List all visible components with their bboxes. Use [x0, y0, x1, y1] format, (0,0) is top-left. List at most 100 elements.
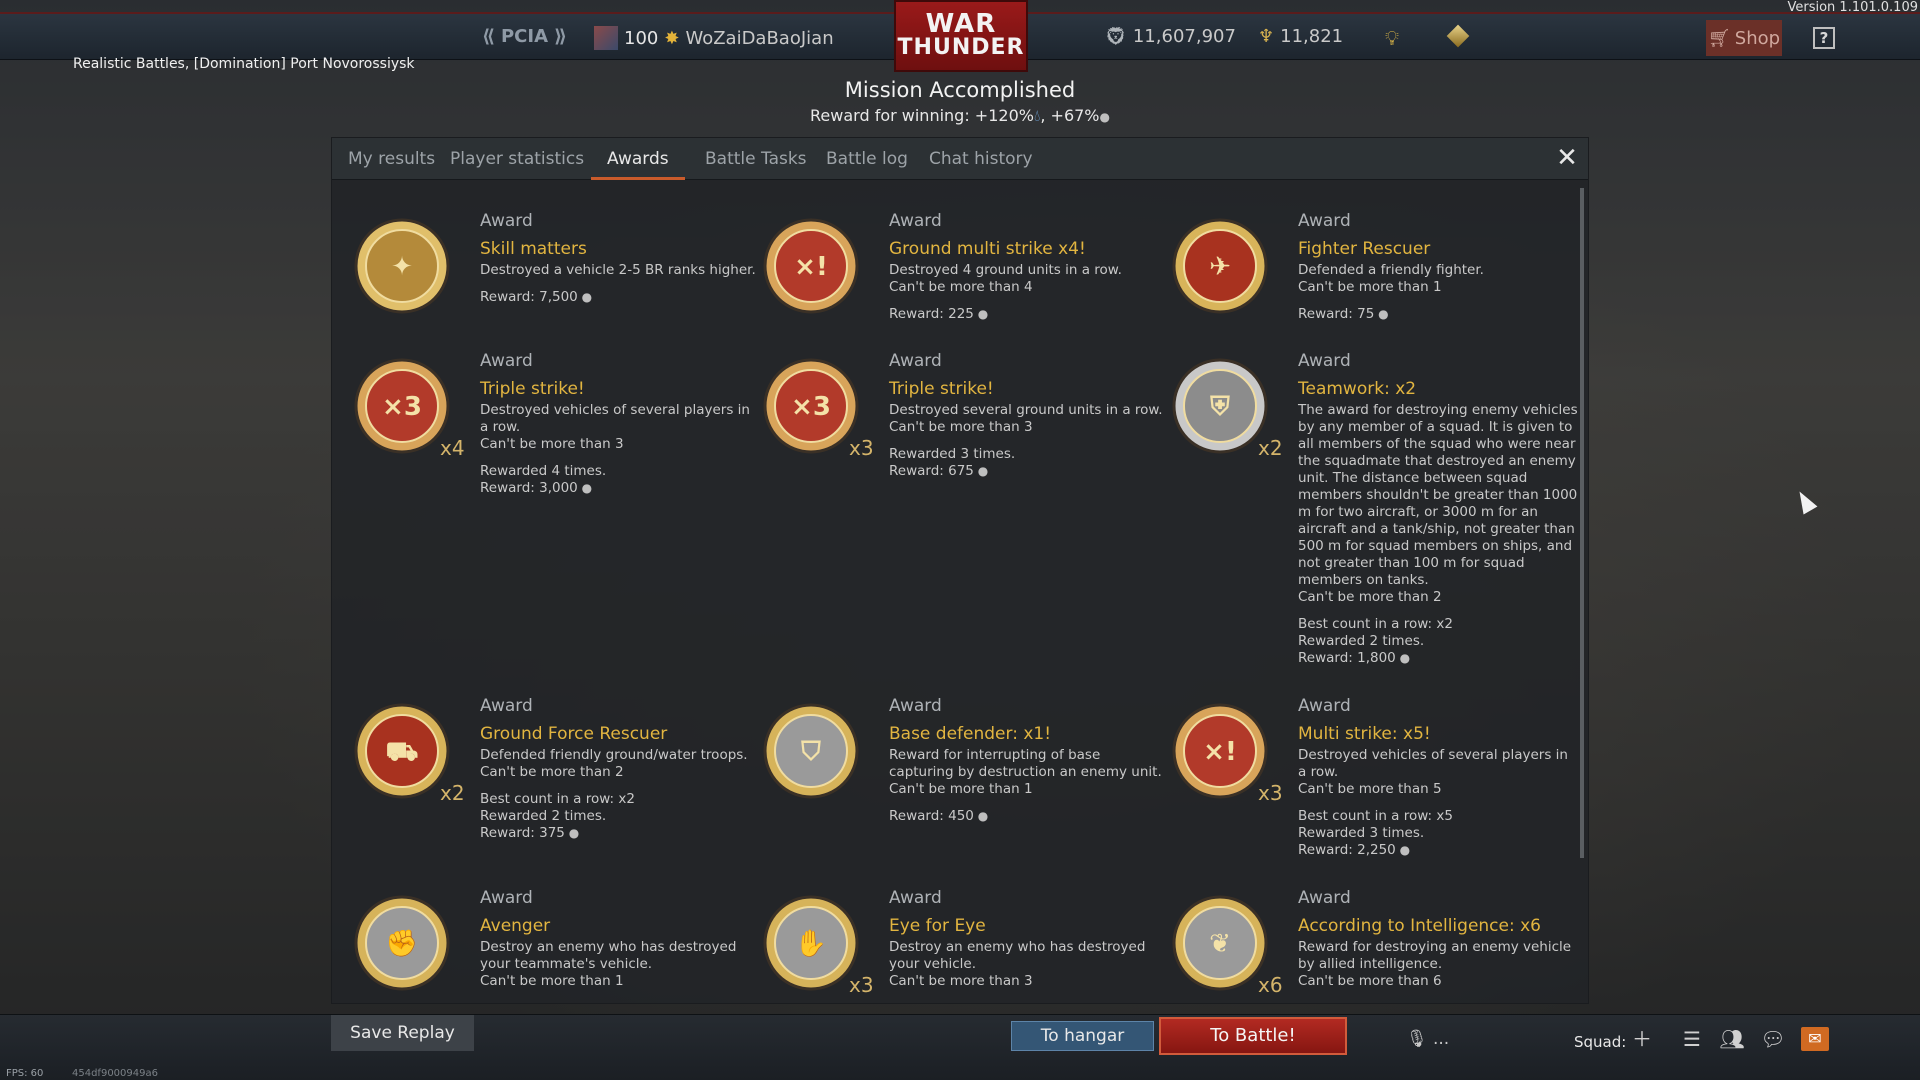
award-detail-text: Best count in a row: x2 — [480, 791, 635, 807]
award-detail-text: Rewarded 3 times. — [1298, 825, 1425, 841]
silver-lion-icon: ● — [564, 826, 580, 840]
award-name: Triple strike! — [480, 379, 585, 399]
award-text: Award Ground Force Rescuer Defended friend… — [480, 693, 760, 842]
award-detail-text: Best count in a row: x5 — [1298, 808, 1453, 824]
award-text: Award Skill matters Destroyed a vehicle 2-… — [480, 208, 760, 306]
wings-right-icon: ⟫ — [554, 26, 567, 47]
golden-eagles-balance[interactable]: ♆ 11,821 — [1258, 26, 1343, 47]
tab-battle-tasks[interactable]: Battle Tasks — [689, 138, 823, 180]
award-description: Can't be more than 3 — [480, 436, 624, 452]
award-count-badge: x2 — [1258, 436, 1283, 460]
svg-text:❦: ❦ — [1209, 929, 1231, 959]
award-kind: Award — [480, 211, 533, 231]
award-name: Skill matters — [480, 239, 587, 259]
award-name: Avenger — [480, 916, 551, 936]
award-kind: Award — [480, 888, 533, 908]
award-name: Ground multi strike x4! — [889, 239, 1086, 259]
award-count-badge: x6 — [1258, 973, 1283, 997]
award-name: Fighter Rescuer — [1298, 239, 1431, 259]
award-detail-text: Best count in a row: x2 — [1298, 616, 1453, 632]
award-description: The award for destroying enemy vehicles … — [1298, 402, 1578, 588]
award-detail-text: Reward: 375 — [480, 825, 565, 841]
microphone-icon: 🎙︎ — [1406, 1029, 1428, 1049]
award-kind: Award — [480, 351, 533, 371]
award-text: Award According to Intelligence: x6 Reward… — [1298, 885, 1578, 990]
award-description: Reward for interrupting of base capturin… — [889, 747, 1162, 780]
close-icon[interactable]: ✕ — [1554, 145, 1580, 172]
tab-player-statistics[interactable]: Player statistics — [434, 138, 600, 180]
award-name: Triple strike! — [889, 379, 994, 399]
help-button[interactable]: ? — [1813, 27, 1835, 49]
fps-counter: FPS: 60 — [6, 1068, 44, 1079]
mission-label: Realistic Battles, [Domination] Port Nov… — [73, 56, 415, 72]
list-icon[interactable]: ☰ — [1678, 1027, 1706, 1051]
award-count-badge: x3 — [849, 436, 874, 460]
award-detail: Rewarded 2 times. — [480, 808, 760, 825]
voice-chat[interactable]: 🎙︎ ... — [1406, 1029, 1449, 1049]
silver-lion-icon: ● — [577, 290, 593, 304]
add-squad-member-icon[interactable]: ＋ — [1628, 1027, 1656, 1051]
award-text: Award Teamwork: x2 The award for destroyin… — [1298, 348, 1578, 667]
award-description: Defended friendly ground/water troops. — [480, 747, 748, 763]
award-detail-text: Reward: 675 — [889, 463, 974, 479]
award-name: Multi strike: x5! — [1298, 724, 1431, 744]
award-description: Can't be more than 6 — [1298, 973, 1442, 989]
award-name: According to Intelligence: x6 — [1298, 916, 1541, 936]
lightbulb-icon[interactable]: 💡︎ — [1385, 26, 1399, 50]
contacts-icon[interactable]: 👥︎ — [1718, 1027, 1746, 1051]
award-detail-text: Reward: 2,250 — [1298, 842, 1396, 858]
award-text: Award Avenger Destroy an enemy who has des… — [480, 885, 760, 990]
player-profile[interactable]: 100 ✸ WoZaiDaBaoJian — [594, 26, 834, 50]
award-text: Award Base defender: x1! Reward for interr… — [889, 693, 1169, 825]
squad-label: Squad: — [1574, 1033, 1627, 1051]
award-kind: Award — [1298, 211, 1351, 231]
shop-label: Shop — [1734, 27, 1781, 49]
award-text: Award Eye for Eye Destroy an enemy who has… — [889, 885, 1169, 990]
mail-icon[interactable]: ✉ — [1801, 1027, 1829, 1051]
award-detail: Best count in a row: x2 — [480, 791, 760, 808]
award-description: Defended a friendly fighter. — [1298, 262, 1484, 278]
award-name: Teamwork: x2 — [1298, 379, 1417, 399]
tab-awards[interactable]: Awards — [591, 138, 685, 180]
award-name: Ground Force Rescuer — [480, 724, 668, 744]
award-detail: Reward: 225 ● — [889, 306, 1169, 323]
award-kind: Award — [1298, 351, 1351, 371]
award-detail: Best count in a row: x2 — [1298, 616, 1578, 633]
shop-button[interactable]: 🛒︎ Shop — [1706, 20, 1782, 56]
award-count-badge: x3 — [849, 973, 874, 997]
award-detail-text: Reward: 3,000 — [480, 480, 578, 496]
silver-lion-icon: ● — [973, 307, 989, 321]
svg-text:×!: ×! — [794, 252, 828, 282]
to-battle-button[interactable]: To Battle! — [1159, 1017, 1347, 1055]
award-description: Destroyed vehicles of several players in… — [480, 402, 750, 435]
award-description: Reward for destroying an enemy vehicle b… — [1298, 939, 1572, 972]
to-hangar-button[interactable]: To hangar — [1011, 1021, 1154, 1051]
tab-chat-history[interactable]: Chat history — [913, 138, 1049, 180]
award-description: Can't be more than 3 — [889, 973, 1033, 989]
scrollbar[interactable] — [1580, 188, 1584, 858]
award-description: Can't be more than 1 — [889, 781, 1033, 797]
award-kind: Award — [480, 696, 533, 716]
award-description: Can't be more than 2 — [1298, 589, 1442, 605]
award-detail: Reward: 1,800 ● — [1298, 650, 1578, 667]
country-rank[interactable]: ⟪ PCIA ⟫ — [482, 26, 567, 47]
award-description: Destroyed 4 ground units in a row. — [889, 262, 1122, 278]
award-description: Can't be more than 1 — [480, 973, 624, 989]
version-label: Version 1.101.0.109 — [1787, 0, 1918, 15]
chat-icon[interactable]: 💬︎ — [1759, 1027, 1787, 1051]
player-name: WoZaiDaBaoJian — [685, 27, 834, 49]
intelligence-medal-icon: ❦ — [1170, 893, 1270, 993]
award-text: Award Fighter Rescuer Defended a friendly … — [1298, 208, 1578, 323]
award-text: Award Triple strike! Destroyed vehicles of… — [480, 348, 760, 497]
silver-lions-balance[interactable]: 🦁︎ 11,607,907 — [1104, 26, 1236, 47]
save-replay-button[interactable]: Save Replay — [331, 1015, 474, 1051]
silver-lion-icon: ● — [973, 809, 989, 823]
award-text: Award Multi strike: x5! Destroyed vehicles… — [1298, 693, 1578, 859]
tab-battle-log[interactable]: Battle log — [810, 138, 924, 180]
award-description: Destroy an enemy who has destroyed your … — [889, 939, 1146, 972]
silver-lion-icon: ● — [1099, 110, 1110, 124]
award-count-badge: x2 — [440, 781, 465, 805]
premium-gem-icon[interactable] — [1446, 24, 1470, 48]
svg-text:×!: ×! — [1203, 737, 1237, 767]
award-detail-text: Rewarded 3 times. — [889, 446, 1016, 462]
